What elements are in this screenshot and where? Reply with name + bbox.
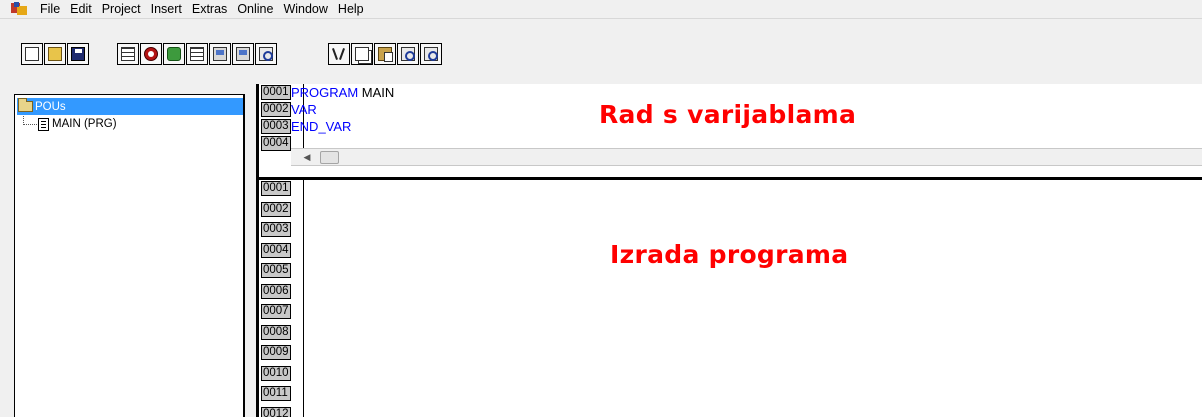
scroll-thumb[interactable] — [320, 151, 339, 164]
menu-edit[interactable]: Edit — [65, 0, 97, 19]
open-folder-icon — [48, 47, 62, 61]
menu-insert[interactable]: Insert — [146, 0, 187, 19]
program-icon — [38, 117, 49, 131]
find-replace-icon — [424, 47, 438, 61]
scissors-cut-icon — [332, 47, 346, 61]
line-number: 0012 — [259, 406, 303, 417]
grid-edit-icon — [190, 47, 204, 61]
folder-open-icon — [18, 98, 33, 112]
copy-icon — [355, 47, 369, 61]
new-document-icon — [25, 47, 39, 61]
tree-item-label: MAIN (PRG) — [52, 118, 117, 130]
line-number: 0004 — [259, 242, 303, 258]
body-line-gutter: 0001 0002 0003 0004 0005 0006 0007 0008 0009 0010… — [259, 180, 304, 417]
line-number-label: 0002 — [261, 102, 291, 117]
code-line[interactable]: PROGRAM MAIN — [291, 85, 394, 100]
line-number-label: 0003 — [261, 119, 291, 134]
line-number: 0011 — [259, 386, 303, 401]
body-editor[interactable]: 0001 0002 0003 0004 0005 0006 0007 0008 0009 0010… — [259, 180, 1202, 417]
save-button[interactable] — [67, 43, 89, 65]
line-number: 0005 — [259, 263, 303, 278]
line-number-label: 0001 — [261, 85, 291, 100]
open-button[interactable] — [44, 43, 66, 65]
identifier-token: MAIN — [358, 85, 395, 100]
line-number: 0002 — [259, 201, 303, 217]
variable-list-icon — [121, 47, 135, 61]
stop-st-icon — [144, 47, 158, 61]
line-number-label: 0006 — [261, 283, 291, 299]
edit-grid-button[interactable] — [186, 43, 208, 65]
toolbar-group-file — [21, 43, 90, 65]
keyword-token: VAR — [291, 102, 317, 117]
find-button[interactable] — [397, 43, 419, 65]
line-number-label: 0003 — [261, 222, 291, 237]
keyword-token: END_VAR — [291, 119, 352, 134]
monitor-button[interactable] — [255, 43, 277, 65]
body-annotation: Izrada programa — [610, 240, 849, 269]
find-icon — [401, 47, 415, 61]
line-number: 0001 — [259, 181, 303, 196]
new-button[interactable] — [21, 43, 43, 65]
tree-item-pous[interactable]: POUs — [17, 98, 243, 115]
tree-connector — [23, 115, 37, 125]
menu-project[interactable]: Project — [97, 0, 146, 19]
codesys-app-icon[interactable] — [9, 1, 29, 17]
line-number-label: 0007 — [261, 304, 291, 319]
line-number: 0007 — [259, 304, 303, 319]
line-number-label: 0008 — [261, 324, 291, 340]
variables-button[interactable] — [117, 43, 139, 65]
tree-item-label: POUs — [35, 100, 66, 113]
line-number-label: 0009 — [261, 345, 291, 360]
line-number-label: 0012 — [261, 406, 291, 417]
line-number: 0003 — [259, 222, 303, 237]
line-number-label: 0004 — [261, 136, 291, 151]
line-number: 0009 — [259, 345, 303, 360]
toolbar — [0, 20, 1202, 84]
line-number-label: 0010 — [261, 365, 291, 381]
menu-file[interactable]: File — [35, 0, 65, 19]
toolbar-group-edit — [328, 43, 443, 65]
menu-extras[interactable]: Extras — [187, 0, 232, 19]
line-number-label: 0002 — [261, 201, 291, 217]
computer-go-icon — [236, 47, 250, 61]
menu-help[interactable]: Help — [333, 0, 369, 19]
line-number-label: 0001 — [261, 181, 291, 196]
menu-bar: File Edit Project Insert Extras Online W… — [0, 0, 1202, 19]
declaration-annotation: Rad s varijablama — [599, 100, 857, 129]
stop-button[interactable] — [140, 43, 162, 65]
horizontal-scrollbar[interactable]: ◀ — [291, 148, 1202, 166]
project-tree-pane: POUs MAIN (PRG) — [0, 84, 256, 417]
line-number-label: 0011 — [261, 386, 291, 401]
scroll-left-arrow-icon[interactable]: ◀ — [300, 150, 314, 165]
pou-tree: POUs MAIN (PRG) — [14, 94, 245, 417]
line-number-label: 0004 — [261, 242, 291, 258]
computer-icon — [213, 47, 227, 61]
tree-item-main[interactable]: MAIN (PRG) — [23, 115, 117, 132]
cut-button[interactable] — [328, 43, 350, 65]
run-button[interactable] — [232, 43, 254, 65]
copy-button[interactable] — [351, 43, 373, 65]
login-button[interactable] — [209, 43, 231, 65]
menu-window[interactable]: Window — [278, 0, 332, 19]
declaration-editor[interactable]: 0001 0002 0003 0004 PROGRAM MAIN VAR END_VAR … — [259, 84, 1202, 177]
gear-icon — [167, 47, 181, 61]
paste-button[interactable] — [374, 43, 396, 65]
code-line[interactable]: END_VAR — [291, 119, 351, 134]
line-number: 0010 — [259, 365, 303, 381]
line-number: 0008 — [259, 324, 303, 340]
line-number-label: 0005 — [261, 263, 291, 278]
paste-icon — [378, 47, 393, 62]
line-number: 0006 — [259, 283, 303, 299]
search-find-icon — [259, 47, 273, 61]
build-button[interactable] — [163, 43, 185, 65]
code-line[interactable]: VAR — [291, 102, 317, 117]
toolbar-group-online — [117, 43, 278, 65]
replace-button[interactable] — [420, 43, 442, 65]
keyword-token: PROGRAM — [291, 85, 359, 100]
menu-online[interactable]: Online — [232, 0, 278, 19]
save-disk-icon — [71, 47, 85, 61]
